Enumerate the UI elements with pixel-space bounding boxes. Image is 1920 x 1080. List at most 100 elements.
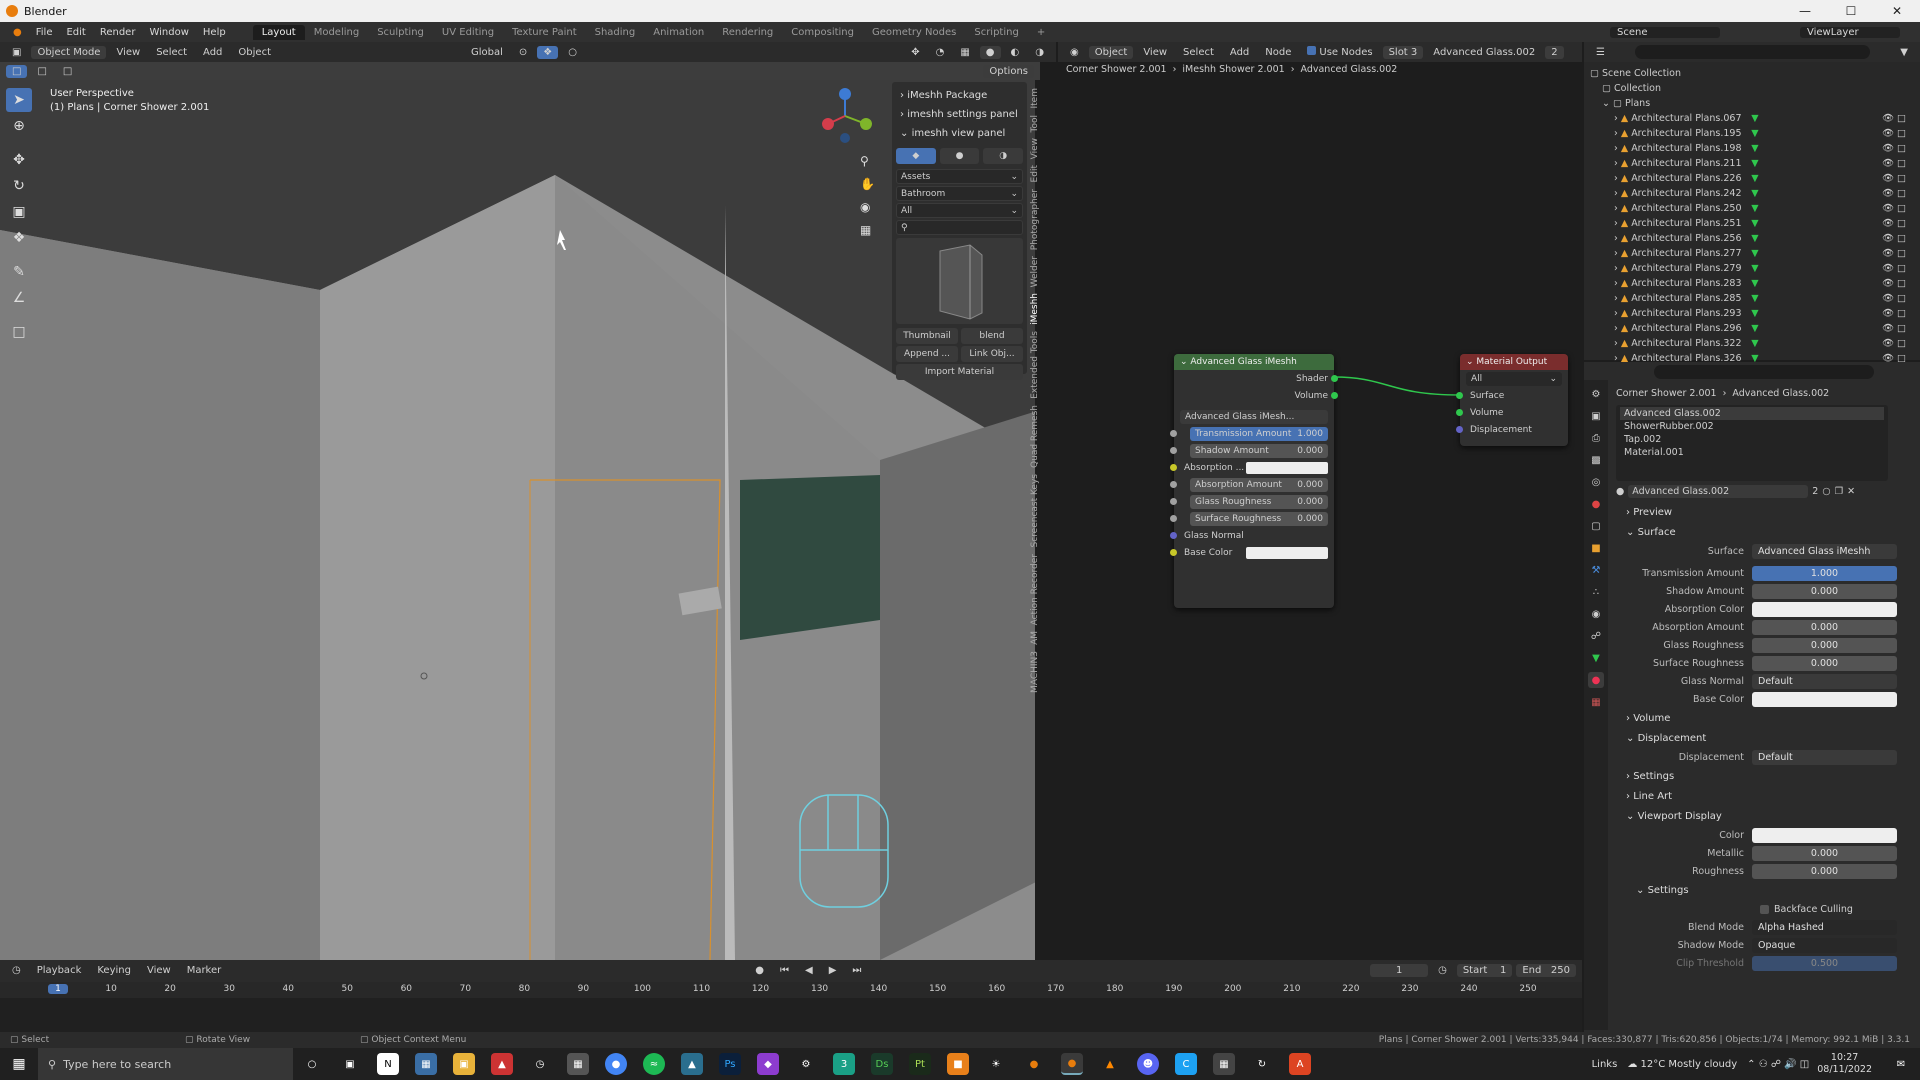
timeline-type-icon[interactable]: ◷ [6,964,27,977]
tab-layout[interactable]: Layout [252,24,305,40]
outliner-type-icon[interactable]: ☰ [1590,46,1611,59]
volume-output-socket[interactable] [1331,392,1338,399]
3d-viewport[interactable]: User Perspective (1) Plans | Corner Show… [0,80,1035,960]
shading-solid-icon[interactable]: ● [979,45,1001,59]
surface-property-field[interactable]: Default [1752,673,1897,689]
photoshop-app-icon[interactable]: Ps [719,1053,741,1075]
tool-props-icon[interactable]: ⚙ [1588,386,1604,402]
node-glass-roughness-field[interactable]: Glass Roughness 0.000 [1190,494,1328,509]
material-props-icon[interactable]: ● [1588,672,1604,688]
surface-section[interactable]: ⌄ Surface [1616,522,1920,542]
append-button[interactable]: Append ... [896,346,958,362]
outliner-object-row[interactable]: › ▲ Architectural Plans.283 ▼ 👁︎ □ [1590,276,1914,291]
discord-app-icon[interactable]: ☻ [1137,1053,1159,1075]
cortana-icon[interactable]: ○ [301,1053,323,1075]
vd-settings-section[interactable]: ⌄ Settings [1616,880,1920,900]
windows-start-icon[interactable]: ▦ [8,1053,30,1075]
dimension-app-icon[interactable]: Ds [871,1053,893,1075]
app-icon[interactable]: ▲ [491,1053,513,1075]
expand-arrow-icon[interactable]: › [1614,338,1618,349]
select-subtract-icon[interactable]: □ [57,65,78,78]
navigation-gizmo[interactable] [818,86,878,146]
pivot-icon[interactable]: ⊙ [513,46,533,59]
imeshh-package-panel[interactable]: › iMeshh Package [896,86,1023,105]
object-props-icon[interactable]: ■ [1588,540,1604,556]
fake-user-icon[interactable]: ○ [1822,486,1830,497]
scale-tool-icon[interactable]: ▣ [6,200,32,224]
node-shadow-field[interactable]: Shadow Amount 0.000 [1190,443,1328,458]
expand-arrow-icon[interactable]: › [1614,323,1618,334]
properties-search-input[interactable] [1654,365,1874,379]
outliner-object-row[interactable]: › ▲ Architectural Plans.293 ▼ 👁︎ □ [1590,306,1914,321]
blend-mode-dropdown[interactable]: Alpha Hashed [1752,919,1897,935]
play-reverse-icon[interactable]: ◀ [799,964,819,977]
shading-render-icon[interactable]: ◑ [1029,46,1050,59]
outliner-object-row[interactable]: › ▲ Architectural Plans.296 ▼ 👁︎ □ [1590,321,1914,336]
current-frame-field[interactable]: 1 [1370,963,1429,977]
node-base-color-swatch[interactable] [1246,546,1328,559]
viewlayer-selector[interactable]: ViewLayer [1800,26,1900,38]
pan-hand-icon[interactable]: ✋ [860,173,875,196]
absorption-color-socket[interactable] [1170,464,1177,471]
outliner-object-row[interactable]: › ▲ Architectural Plans.226 ▼ 👁︎ □ [1590,171,1914,186]
overlay-icon[interactable]: ◔ [930,46,951,59]
unlink-material-icon[interactable]: ✕ [1847,486,1855,497]
outliner-object-row[interactable]: › ▲ Architectural Plans.285 ▼ 👁︎ □ [1590,291,1914,306]
surface-property-field[interactable] [1752,601,1897,617]
node-absorption-color-swatch[interactable] [1246,461,1328,474]
backface-culling-checkbox[interactable]: Backface Culling [1616,900,1920,918]
orientation-dropdown[interactable]: Global [465,46,509,59]
surface-roughness-socket[interactable] [1170,515,1177,522]
app-icon[interactable]: ⚙ [795,1053,817,1075]
annotate-tool-icon[interactable]: ✎ [6,260,32,284]
surface-property-field[interactable]: 0.000 [1752,637,1897,653]
base-color-socket[interactable] [1170,549,1177,556]
outliner-object-row[interactable]: › ▲ Architectural Plans.250 ▼ 👁︎ □ [1590,201,1914,216]
app-icon[interactable]: ■ [947,1053,969,1075]
app-icon[interactable]: ▦ [1213,1053,1235,1075]
store-app-icon[interactable]: ▦ [415,1053,437,1075]
tab-rendering[interactable]: Rendering [713,25,782,40]
tab-scripting[interactable]: Scripting [965,25,1027,40]
tab-tool[interactable]: Tool [1030,115,1040,132]
viewport-display-section[interactable]: ⌄ Viewport Display [1616,806,1920,826]
material-slot-item[interactable]: Advanced Glass.002 [1620,407,1884,420]
scene-collection-row[interactable]: ▢ Scene Collection [1590,66,1914,81]
material-datablock-selector[interactable]: Advanced Glass.002 [1628,485,1809,498]
texture-props-icon[interactable]: ▦ [1588,694,1604,710]
surface-shader-selector[interactable]: Advanced Glass iMeshh [1752,543,1897,559]
add-workspace-icon[interactable]: + [1028,25,1054,40]
menu-help[interactable]: Help [196,27,233,38]
visibility-eye-icon[interactable]: 👁︎ □ [1882,233,1906,244]
visibility-eye-icon[interactable]: 👁︎ □ [1882,113,1906,124]
clock-icon[interactable]: ◷ [1432,964,1453,977]
asset-thumbnail[interactable] [896,238,1023,324]
notion-app-icon[interactable]: N [377,1053,399,1075]
menu-window[interactable]: Window [142,27,195,38]
outliner-object-row[interactable]: › ▲ Architectural Plans.195 ▼ 👁︎ □ [1590,126,1914,141]
task-view-icon[interactable]: ▣ [339,1053,361,1075]
physics-props-icon[interactable]: ◉ [1588,606,1604,622]
app-icon[interactable]: ● [1023,1053,1045,1075]
outliner-object-row[interactable]: › ▲ Architectural Plans.279 ▼ 👁︎ □ [1590,261,1914,276]
link-object-button[interactable]: Link Obj... [961,346,1023,362]
outliner-object-row[interactable]: › ▲ Architectural Plans.322 ▼ 👁︎ □ [1590,336,1914,351]
visibility-eye-icon[interactable]: 👁︎ □ [1882,188,1906,199]
asset-type-models-icon[interactable]: ◆ [896,148,936,164]
shading-material-icon[interactable]: ◐ [1005,46,1026,59]
menu-render[interactable]: Render [93,27,143,38]
expand-arrow-icon[interactable]: › [1614,188,1618,199]
advanced-glass-group-node[interactable]: ⌄ Advanced Glass iMeshh Shader Volume Ad… [1170,354,1338,608]
glass-normal-socket[interactable] [1170,532,1177,539]
expand-arrow-icon[interactable]: › [1614,113,1618,124]
explorer-app-icon[interactable]: ▣ [453,1053,475,1075]
tab-texture-paint[interactable]: Texture Paint [503,25,586,40]
imeshh-view-panel[interactable]: ⌄ imeshh view panel [896,124,1023,143]
timeline-ruler[interactable]: 1 10 20 30 40 50 60 70 80 90 100 110 120 130 140 150 160… [0,982,1582,998]
play-icon[interactable]: ▶ [823,964,843,977]
jump-end-icon[interactable]: ⏭ [846,964,867,977]
playback-menu[interactable]: Playback [31,964,88,977]
taskbar-clock[interactable]: 10:27 08/11/2022 [1817,1052,1872,1076]
tab-imeshh[interactable]: iMeshh [1030,293,1040,325]
maximize-icon[interactable]: ☐ [1828,0,1874,22]
